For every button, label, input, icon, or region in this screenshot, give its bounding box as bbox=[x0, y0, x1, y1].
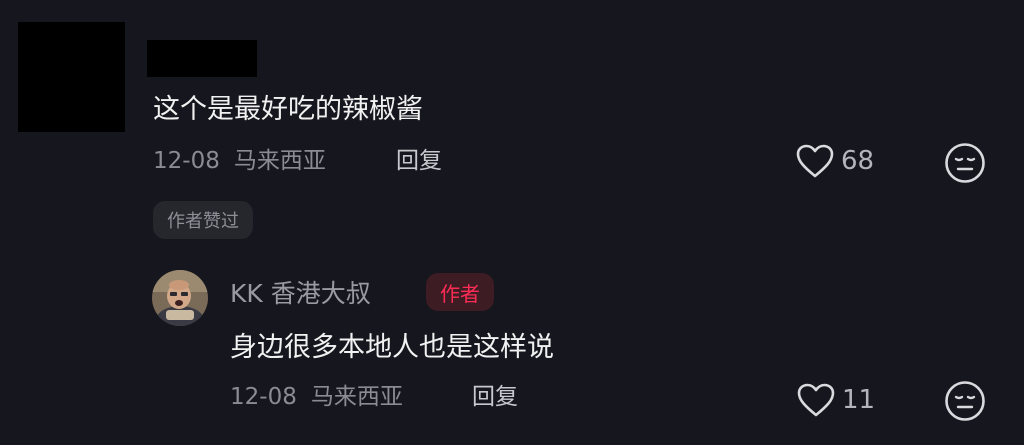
comment-location: 马来西亚 bbox=[233, 148, 326, 174]
heart-icon[interactable] bbox=[795, 143, 835, 179]
neutral-face-icon[interactable] bbox=[943, 379, 987, 423]
reply-like-button[interactable]: 11 bbox=[796, 382, 875, 418]
neutral-face-icon[interactable] bbox=[943, 141, 987, 185]
avatar-image bbox=[152, 270, 208, 326]
comment-reply-button[interactable]: 回复 bbox=[396, 150, 442, 173]
comment-date: 12-08 bbox=[153, 148, 220, 174]
author-liked-chip: 作者赞过 bbox=[153, 201, 253, 239]
comment-text: 这个是最好吃的辣椒酱 bbox=[153, 94, 423, 125]
author-badge: 作者 bbox=[426, 273, 494, 311]
comment-meta: 12-08 马来西亚 bbox=[153, 150, 326, 173]
reply-reply-button[interactable]: 回复 bbox=[472, 386, 518, 409]
reply-location: 马来西亚 bbox=[310, 384, 403, 410]
comment-like-button[interactable]: 68 bbox=[795, 143, 874, 179]
commenter-avatar-redacted[interactable] bbox=[18, 22, 125, 132]
reply-text: 身边很多本地人也是这样说 bbox=[230, 332, 554, 363]
reply-avatar[interactable] bbox=[152, 270, 208, 326]
reply-username[interactable]: KK 香港大叔 bbox=[230, 281, 371, 306]
commenter-name-redacted[interactable] bbox=[147, 40, 257, 77]
heart-icon[interactable] bbox=[796, 382, 836, 418]
reply-date: 12-08 bbox=[230, 384, 297, 410]
reply-meta: 12-08 马来西亚 bbox=[230, 386, 403, 409]
comment-reaction-button[interactable] bbox=[943, 141, 987, 189]
reply-reaction-button[interactable] bbox=[943, 379, 987, 427]
comment-like-count: 68 bbox=[841, 146, 875, 176]
reply-like-count: 11 bbox=[842, 385, 876, 415]
